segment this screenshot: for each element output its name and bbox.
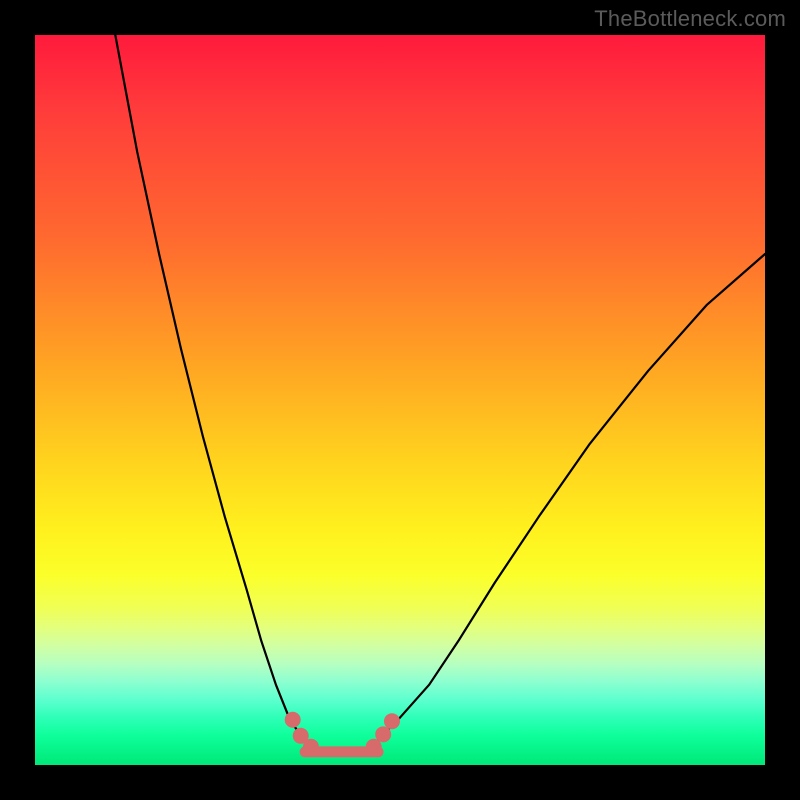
watermark-text: TheBottleneck.com bbox=[594, 6, 786, 32]
plot-area bbox=[35, 35, 765, 765]
valley-dot bbox=[384, 713, 400, 729]
valley-dot bbox=[285, 712, 301, 728]
bottleneck-curve bbox=[35, 35, 765, 765]
chart-frame: TheBottleneck.com bbox=[0, 0, 800, 800]
curve-path bbox=[115, 35, 765, 755]
valley-dot bbox=[375, 726, 391, 742]
valley-dot bbox=[303, 739, 319, 755]
